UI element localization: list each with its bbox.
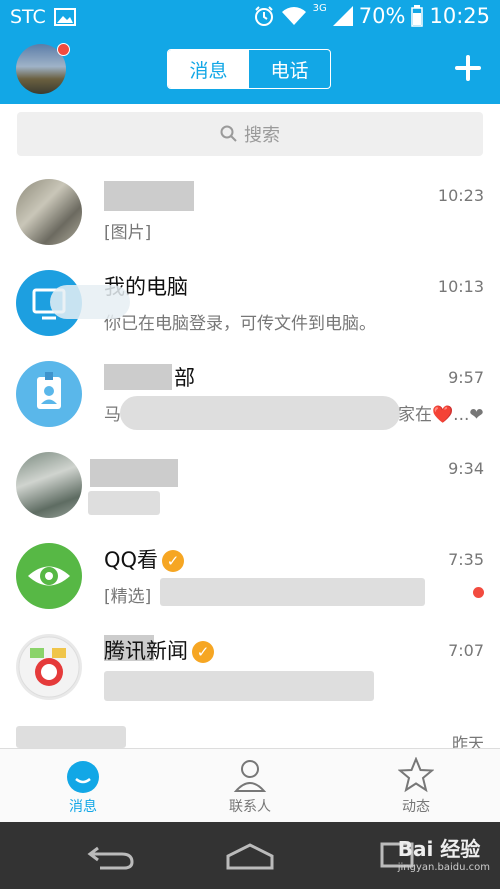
last-message: 你已在电脑登录，可传文件到电脑。	[104, 314, 376, 334]
last-message-tail: 家在❤️...❤	[398, 405, 484, 425]
signal-icon	[332, 6, 353, 26]
notification-dot	[57, 43, 70, 56]
blurred-message	[120, 396, 400, 430]
verified-icon: ✓	[162, 550, 185, 572]
message-call-switch: 消息 电话	[167, 49, 331, 89]
last-message: 马	[104, 405, 121, 425]
tab-calls[interactable]: 电话	[249, 50, 330, 88]
message-time: 10:23	[437, 186, 484, 205]
tab-label: 消息	[69, 799, 97, 815]
blurred-message	[104, 671, 374, 701]
tab-messages[interactable]: 消息	[168, 50, 249, 88]
unread-dot	[473, 587, 484, 598]
blurred-name	[104, 181, 194, 211]
conversation-row[interactable]: 部 马 家在❤️...❤ 9:57	[0, 348, 500, 440]
contact-avatar	[16, 452, 82, 518]
news-avatar	[16, 634, 82, 700]
tab-label: 动态	[402, 799, 430, 815]
blurred-row	[16, 726, 126, 748]
blurred-name	[104, 364, 172, 390]
conversation-row[interactable]: 腾讯新闻 ✓ 7:07	[0, 621, 500, 713]
search-input[interactable]: 搜索	[17, 112, 483, 156]
battery-icon	[411, 5, 424, 27]
network-type: 3G	[312, 2, 327, 14]
conversation-row[interactable]: 昨天	[0, 712, 500, 753]
tab-contacts[interactable]: 联系人	[190, 749, 310, 823]
status-bar: STC 3G 70% 10:25	[0, 0, 500, 34]
badge-avatar	[16, 361, 82, 427]
watermark-url: jingyan.baidu.com	[397, 862, 490, 873]
home-icon[interactable]	[224, 842, 276, 872]
watermark: Bai 经验 jingyan.baidu.com	[398, 833, 490, 873]
featured-tag: [精选]	[104, 587, 152, 607]
person-icon	[233, 760, 267, 792]
message-time: 9:57	[448, 368, 484, 387]
message-time: 7:07	[448, 641, 484, 660]
contact-avatar	[16, 179, 82, 245]
alarm-icon	[254, 6, 273, 26]
message-time: 9:34	[448, 459, 484, 478]
contact-name: QQ看 ✓	[104, 544, 185, 574]
news-logo-icon	[18, 636, 80, 698]
verified-icon: ✓	[192, 641, 214, 663]
conversation-row[interactable]: [图片] 10:23	[0, 166, 500, 258]
back-icon[interactable]	[86, 842, 136, 872]
tab-feeds[interactable]: 动态	[356, 749, 476, 823]
conversation-row[interactable]: QQ看 ✓ [精选] 7:35	[0, 530, 500, 622]
carrier-label: STC	[10, 6, 46, 28]
eye-icon	[28, 566, 70, 586]
tab-messages-bottom[interactable]: 消息	[23, 749, 143, 823]
message-time: 7:35	[448, 550, 484, 569]
battery-percent: 70%	[358, 4, 406, 28]
contact-name: 部	[174, 366, 195, 390]
watermark-brand: Bai 经验	[397, 837, 481, 861]
search-placeholder: 搜索	[244, 125, 280, 146]
plus-icon[interactable]	[455, 55, 481, 81]
blur-overlay	[50, 285, 130, 319]
star-icon	[397, 756, 435, 793]
blurred-name	[90, 459, 178, 487]
contact-name-text: QQ看	[104, 548, 159, 572]
clock: 10:25	[429, 4, 490, 28]
contact-name-text: 腾讯新闻	[104, 639, 188, 663]
contact-name: 腾讯新闻 ✓	[104, 635, 214, 665]
conversation-row[interactable]: 我的电脑 你已在电脑登录，可传文件到电脑。 10:13	[0, 257, 500, 349]
last-message: [图片]	[104, 223, 152, 243]
blurred-message	[160, 578, 425, 606]
tab-label: 联系人	[229, 799, 271, 815]
blurred-message	[88, 491, 160, 515]
conversation-row[interactable]: 9:34	[0, 439, 500, 531]
qq-look-avatar	[16, 543, 82, 609]
id-badge-icon	[37, 372, 61, 409]
search-icon	[220, 125, 237, 142]
wifi-icon	[281, 7, 306, 25]
chat-bubble-icon	[67, 761, 99, 793]
message-time: 10:13	[437, 277, 484, 296]
gallery-icon	[53, 8, 76, 26]
bottom-tab-bar: 消息 联系人 动态	[0, 748, 500, 823]
